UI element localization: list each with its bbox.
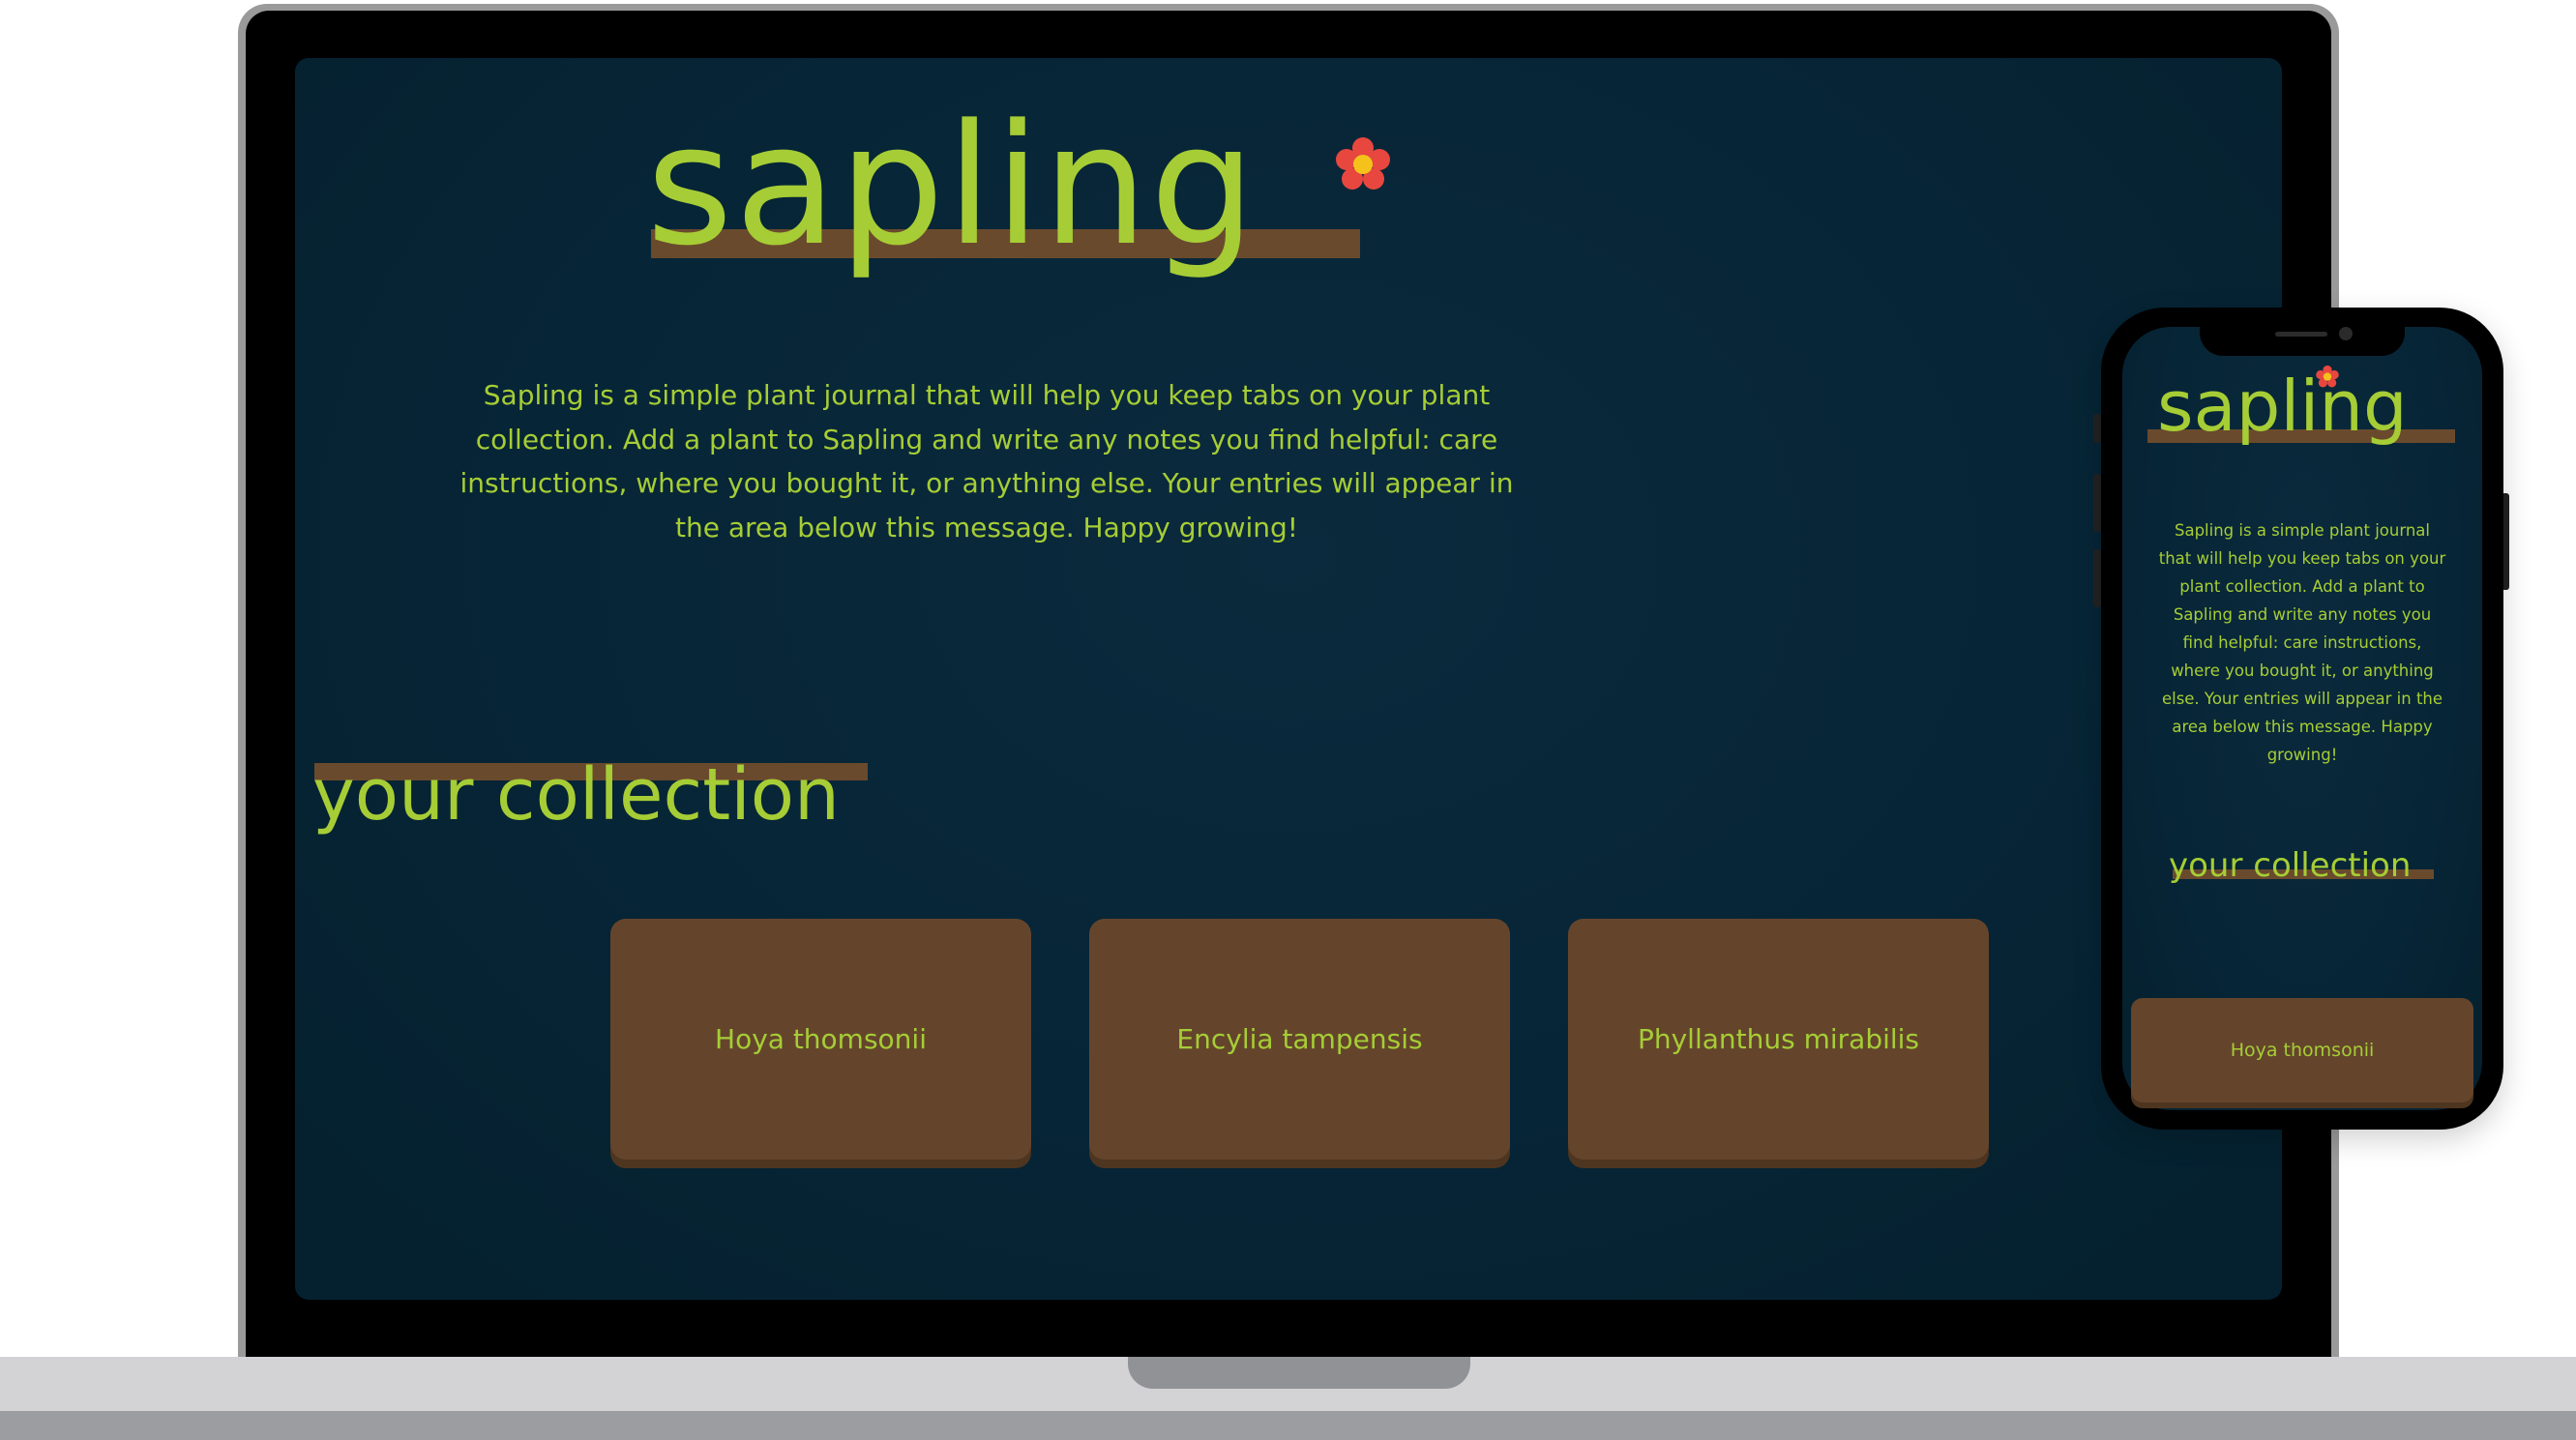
app-logo-title: sapling [646, 88, 1258, 282]
phone-speaker [2275, 332, 2327, 337]
plant-card[interactable]: Phyllanthus mirabilis [1568, 919, 1989, 1160]
plant-card[interactable]: Encylia tampensis [1089, 919, 1510, 1160]
phone-notch [2200, 323, 2405, 356]
flower-icon [2316, 365, 2339, 388]
device-mockup-stage: sapling Sapling is a simple plant journa… [0, 0, 2576, 1440]
plant-card[interactable]: Hoya thomsonii [610, 919, 1031, 1160]
plant-card-label: Encylia tampensis [1176, 1023, 1423, 1055]
intro-paragraph: Sapling is a simple plant journal that w… [459, 379, 1514, 544]
mobile-app-logo-title: sapling [2157, 366, 2408, 447]
plant-card-label: Phyllanthus mirabilis [1637, 1023, 1920, 1055]
laptop-opening-notch [1128, 1357, 1470, 1389]
mobile-collection-heading: your collection [2169, 846, 2412, 885]
flower-icon [1336, 137, 1390, 190]
collection-heading: your collection [312, 753, 840, 837]
plant-card-label: Hoya thomsonii [715, 1023, 927, 1055]
phone-volume-down-button [2093, 549, 2101, 607]
mobile-plant-card[interactable]: Hoya thomsonii [2131, 998, 2473, 1102]
laptop-base-edge [0, 1411, 2576, 1440]
mobile-plant-card-label: Hoya thomsonii [2230, 1040, 2375, 1061]
mobile-intro-paragraph: Sapling is a simple plant journal that w… [2158, 521, 2446, 764]
phone-silent-switch [2093, 414, 2101, 443]
phone-volume-up-button [2093, 474, 2101, 532]
phone-camera [2339, 327, 2353, 340]
